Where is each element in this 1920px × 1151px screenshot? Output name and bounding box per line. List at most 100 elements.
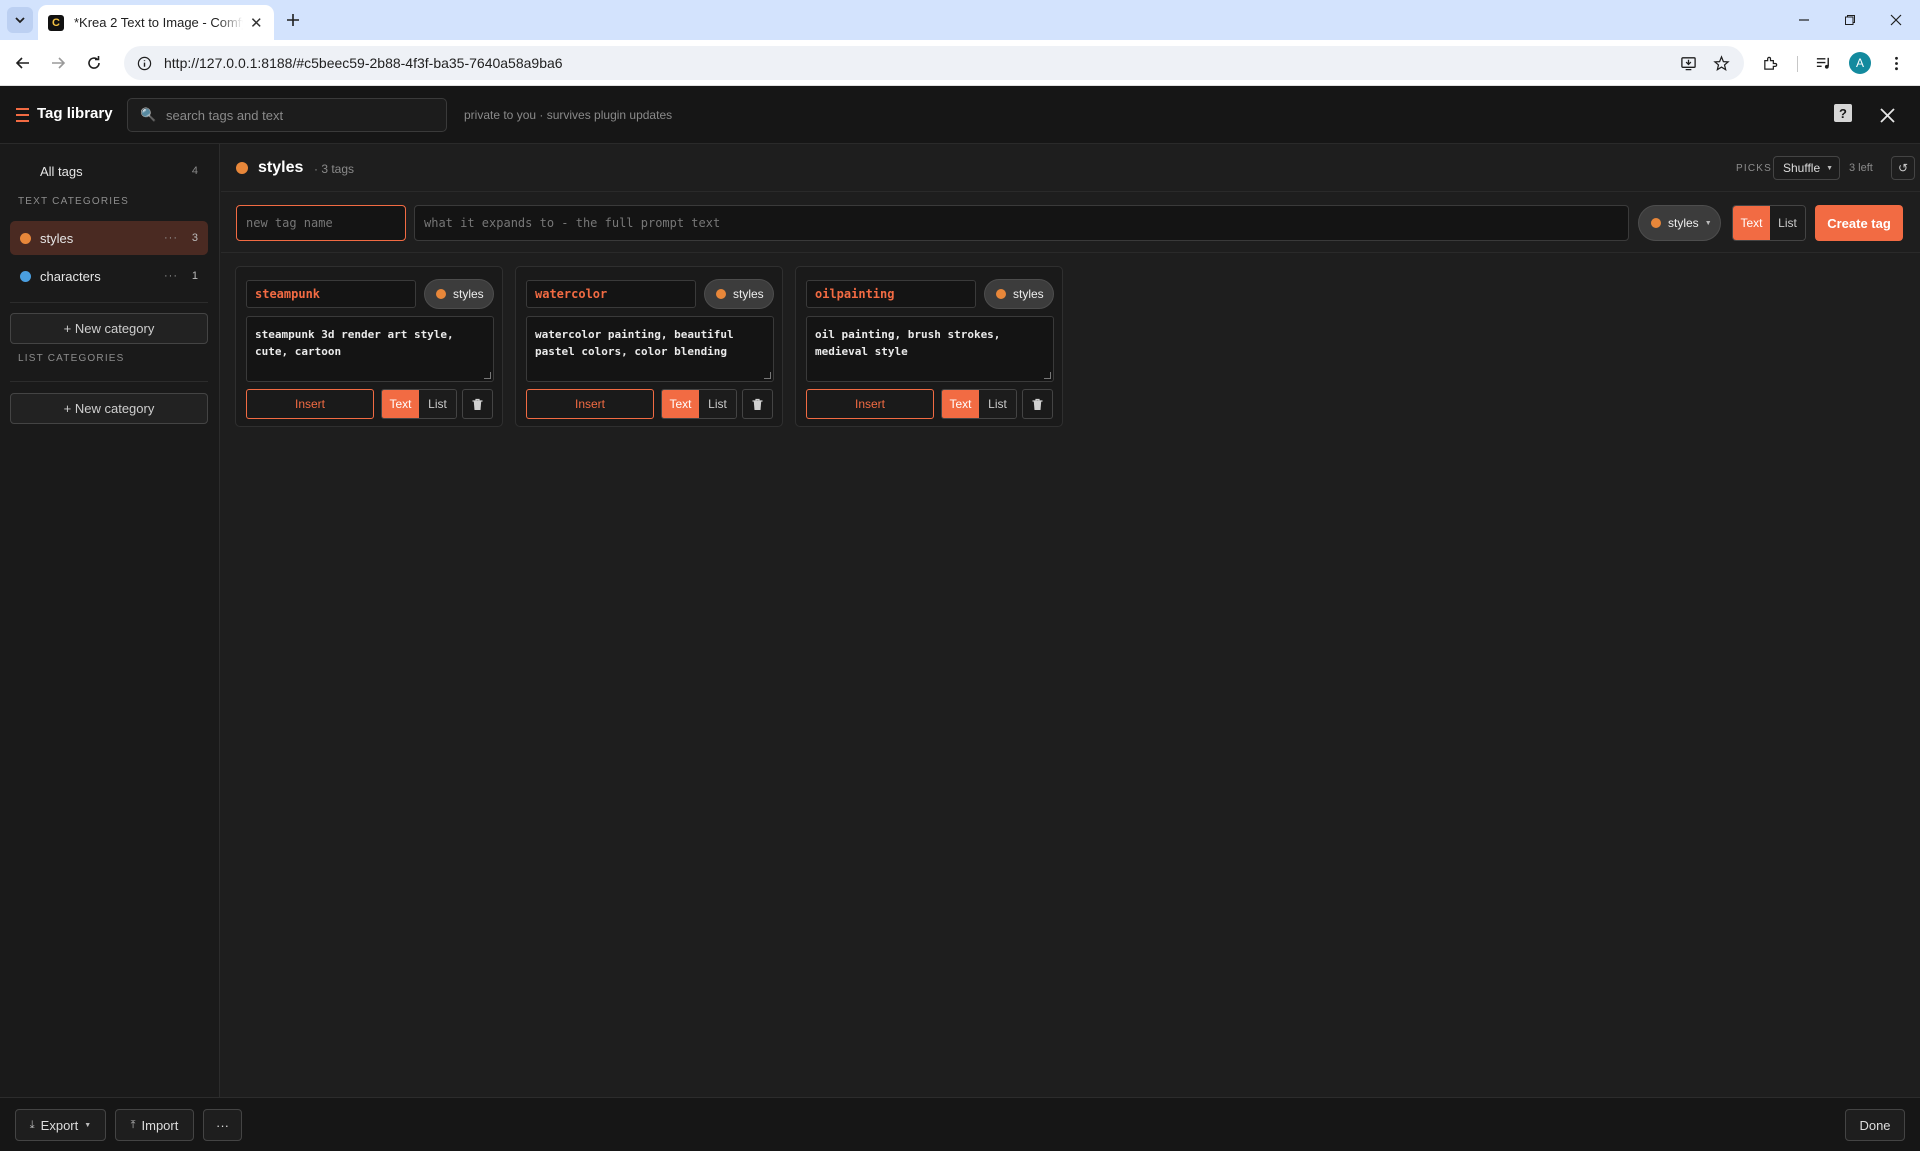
tag-name-field[interactable]: steampunk (246, 280, 416, 308)
tag-category-select[interactable]: styles (984, 279, 1054, 309)
plus-icon (287, 14, 299, 26)
site-info-icon[interactable] (134, 53, 154, 73)
mode-text-button[interactable]: Text (1733, 206, 1770, 240)
picks-label: PICKS (1736, 163, 1773, 174)
restore-icon (1845, 15, 1855, 25)
tag-text-value: steampunk 3d render art style, cute, car… (255, 328, 454, 358)
arrow-left-icon (15, 57, 29, 69)
tab-close-icon[interactable]: ✕ (249, 14, 265, 32)
text-categories-label: TEXT CATEGORIES (18, 196, 129, 207)
new-tab-button[interactable] (281, 8, 305, 32)
sidebar-divider (10, 381, 208, 382)
tag-text-field[interactable]: watercolor painting, beautiful pastel co… (526, 316, 774, 382)
mode-list-button[interactable]: List (979, 390, 1016, 418)
resize-handle-icon[interactable] (764, 372, 771, 379)
tag-category-value: styles (1013, 287, 1044, 301)
trash-icon (752, 398, 763, 410)
restore-button[interactable] (1827, 0, 1873, 40)
insert-button[interactable]: Insert (246, 389, 374, 419)
tag-category-value: styles (733, 287, 764, 301)
picks-mode-dropdown[interactable]: Shuffle ▼ (1773, 156, 1840, 180)
tag-mode-toggle[interactable]: Text List (941, 389, 1017, 419)
sidebar: All tags 4 TEXT CATEGORIES styles ··· 3 … (0, 144, 220, 1097)
new-list-category-button[interactable]: + New category (10, 393, 208, 424)
browser-menu-icon[interactable] (1883, 50, 1909, 76)
mode-list-button[interactable]: List (419, 390, 456, 418)
close-panel-button[interactable] (1876, 104, 1898, 126)
caret-down-icon: ▼ (1826, 164, 1834, 172)
category-color-dot (1651, 218, 1661, 228)
insert-button[interactable]: Insert (526, 389, 654, 419)
resize-handle-icon[interactable] (1044, 372, 1051, 379)
mode-text-button[interactable]: Text (942, 390, 979, 418)
tag-category-select[interactable]: styles (424, 279, 494, 309)
media-controls-icon[interactable] (1810, 50, 1836, 76)
install-app-icon[interactable] (1675, 50, 1701, 76)
help-icon[interactable]: ? (1834, 104, 1852, 122)
reset-picks-button[interactable]: ↺ (1891, 156, 1915, 180)
insert-button[interactable]: Insert (806, 389, 934, 419)
resize-handle-icon[interactable] (484, 372, 491, 379)
category-select[interactable]: styles ▼ (1638, 205, 1721, 241)
new-tag-name-input[interactable] (236, 205, 406, 241)
search-input[interactable] (166, 107, 436, 123)
export-label: Export (40, 1117, 79, 1133)
forward-button[interactable] (45, 50, 71, 76)
category-color-dot (20, 232, 31, 244)
tag-name-field[interactable]: oilpainting (806, 280, 976, 308)
new-text-category-button[interactable]: + New category (10, 313, 208, 344)
window-close-button[interactable] (1873, 0, 1919, 40)
create-tag-button[interactable]: Create tag (1815, 205, 1903, 241)
tag-name-field[interactable]: watercolor (526, 280, 696, 308)
browser-tab[interactable]: C *Krea 2 Text to Image - ComfyUI ✕ (38, 5, 274, 40)
footer-bar: ⤓ Export ▼ ⤒ Import ··· Done (0, 1097, 1920, 1151)
more-options-button[interactable]: ··· (203, 1109, 242, 1141)
reload-button[interactable] (81, 50, 107, 76)
delete-tag-button[interactable] (1022, 389, 1053, 419)
trash-icon (1032, 398, 1043, 410)
sidebar-item-count: 1 (191, 270, 198, 282)
mode-list-button[interactable]: List (699, 390, 736, 418)
mode-text-button[interactable]: Text (382, 390, 419, 418)
browser-toolbar: http://127.0.0.1:8188/#c5beec59-2b88-4f3… (0, 40, 1920, 86)
profile-avatar[interactable]: A (1849, 52, 1871, 74)
reload-icon (88, 56, 100, 69)
back-button[interactable] (10, 50, 36, 76)
export-button[interactable]: ⤓ Export ▼ (15, 1109, 106, 1141)
tag-text-field[interactable]: steampunk 3d render art style, cute, car… (246, 316, 494, 382)
page-title: Tag library (37, 105, 113, 122)
tag-category-value: styles (453, 287, 484, 301)
tag-mode-toggle[interactable]: Text List (661, 389, 737, 419)
tag-text-field[interactable]: oil painting, brush strokes, medieval st… (806, 316, 1054, 382)
mode-list-button[interactable]: List (1770, 206, 1805, 240)
address-bar[interactable]: http://127.0.0.1:8188/#c5beec59-2b88-4f3… (124, 46, 1744, 80)
category-menu-button[interactable]: ··· (164, 270, 178, 282)
browser-tabstrip: C *Krea 2 Text to Image - ComfyUI ✕ (0, 0, 1920, 40)
extensions-icon[interactable] (1757, 50, 1783, 76)
sidebar-item-styles[interactable]: styles ··· 3 (10, 221, 208, 255)
bookmark-star-icon[interactable] (1708, 50, 1734, 76)
sidebar-item-all-tags[interactable]: All tags 4 (10, 156, 208, 186)
delete-tag-button[interactable] (462, 389, 493, 419)
minimize-button[interactable] (1781, 0, 1827, 40)
search-box[interactable]: 🔍 (127, 98, 447, 132)
tag-mode-toggle[interactable]: Text List (1732, 205, 1806, 241)
picks-mode-value: Shuffle (1783, 161, 1821, 175)
tab-search-button[interactable] (7, 7, 33, 33)
category-color-dot (20, 270, 31, 282)
url-text: http://127.0.0.1:8188/#c5beec59-2b88-4f3… (164, 55, 563, 71)
caret-down-icon: ▼ (1704, 219, 1712, 227)
arrow-right-icon (52, 57, 66, 69)
import-button[interactable]: ⤒ Import (115, 1109, 194, 1141)
done-button[interactable]: Done (1845, 1109, 1905, 1141)
category-menu-button[interactable]: ··· (164, 232, 178, 244)
tag-expansion-input[interactable] (414, 205, 1629, 241)
category-color-dot (716, 289, 726, 299)
category-tag-count: · 3 tags (314, 162, 355, 176)
tag-category-select[interactable]: styles (704, 279, 774, 309)
tag-mode-toggle[interactable]: Text List (381, 389, 457, 419)
delete-tag-button[interactable] (742, 389, 773, 419)
menu-icon[interactable] (16, 108, 29, 122)
mode-text-button[interactable]: Text (662, 390, 699, 418)
sidebar-item-characters[interactable]: characters ··· 1 (10, 259, 208, 293)
